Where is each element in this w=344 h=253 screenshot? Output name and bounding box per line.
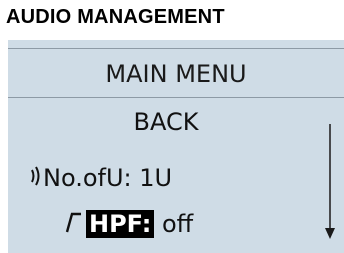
hpf-icon	[65, 212, 81, 233]
scroll-down-arrow-icon[interactable]	[323, 124, 337, 240]
menu-item-back[interactable]: BACK	[8, 108, 324, 136]
menu-title: MAIN MENU	[105, 60, 247, 88]
menu-item-label: BACK	[133, 108, 199, 136]
signal-icon	[31, 166, 40, 186]
menu-item-label: No.ofU:	[43, 164, 132, 192]
page-title: AUDIO MANAGEMENT	[6, 6, 225, 28]
title-divider-top	[8, 48, 344, 49]
menu-item-units[interactable]: No.ofU: 1U	[29, 162, 172, 192]
menu-item-label-selected: HPF:	[86, 210, 155, 238]
menu-item-value: off	[162, 210, 194, 238]
title-divider-bottom	[8, 97, 344, 98]
menu-item-value: 1U	[139, 164, 173, 192]
device-display: MAIN MENU BACK No.ofU: 1U HPF: off	[8, 40, 344, 253]
menu-item-hpf[interactable]: HPF: off	[65, 209, 193, 238]
